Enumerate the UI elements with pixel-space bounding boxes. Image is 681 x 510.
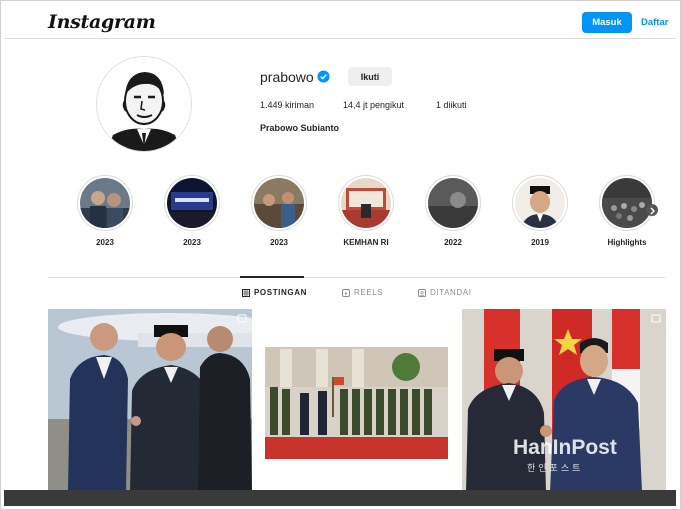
- highlight-label: Highlights: [607, 238, 647, 247]
- tagged-icon: [418, 288, 426, 297]
- tab-reels[interactable]: REELS: [342, 288, 383, 297]
- highlight-thumbnail: [602, 178, 652, 228]
- follow-button[interactable]: Ikuti: [348, 67, 392, 86]
- watermark-text: HanInPost: [513, 436, 617, 459]
- highlight-item[interactable]: 2023: [75, 175, 135, 247]
- tab-reels-label: REELS: [354, 288, 384, 297]
- highlight-thumbnail: [80, 178, 130, 228]
- signup-link[interactable]: Daftar: [641, 12, 668, 33]
- highlight-thumbnail: [167, 178, 217, 228]
- highlight-item[interactable]: 2023: [249, 175, 309, 247]
- reels-icon: [342, 288, 350, 297]
- profile-username: prabowo: [260, 69, 314, 85]
- highlight-thumbnail: [254, 178, 304, 228]
- post-image-airport-greeting: [48, 309, 252, 492]
- top-navigation-bar: Instagram Masuk Daftar: [4, 4, 676, 39]
- following-count[interactable]: 1 diikuti: [436, 100, 467, 110]
- tabs-divider: [48, 277, 665, 278]
- highlights-next-icon[interactable]: [646, 204, 658, 216]
- highlight-item[interactable]: 2023: [162, 175, 222, 247]
- highlight-thumbnail: [428, 178, 478, 228]
- post-image-honor-guard: [256, 309, 460, 492]
- highlight-label: 2023: [96, 238, 114, 247]
- grid-icon: [242, 288, 250, 297]
- highlight-label: KEMHAN RI: [343, 238, 389, 247]
- profile-avatar: [96, 56, 192, 152]
- posts-count: 1.449 kiriman: [260, 100, 315, 110]
- tab-tagged-label: DITANDAI: [430, 288, 472, 297]
- highlight-item[interactable]: 2019: [510, 175, 570, 247]
- tab-posts-label: POSTINGAN: [254, 288, 307, 297]
- highlight-item[interactable]: KEMHAN RI: [336, 175, 396, 247]
- verified-badge-icon: [317, 70, 330, 83]
- highlight-label: 2023: [183, 238, 201, 247]
- tab-posts[interactable]: POSTINGAN: [242, 288, 307, 297]
- active-tab-indicator: [240, 276, 304, 278]
- post-thumbnail[interactable]: [256, 309, 460, 492]
- followers-count[interactable]: 14,4 jt pengikut: [343, 100, 404, 110]
- instagram-logo[interactable]: Instagram: [48, 11, 156, 33]
- highlight-thumbnail: [341, 178, 391, 228]
- tab-tagged[interactable]: DITANDAI: [418, 288, 472, 297]
- avatar-portrait-icon: [97, 57, 191, 151]
- highlight-thumbnail: [515, 178, 565, 228]
- profile-full-name: Prabowo Subianto: [260, 123, 340, 133]
- watermark-subtext: 한인포스트: [527, 463, 584, 473]
- bottom-bar: [4, 490, 676, 506]
- post-thumbnail[interactable]: [48, 309, 252, 492]
- highlight-label: 2023: [270, 238, 288, 247]
- login-button[interactable]: Masuk: [582, 12, 632, 33]
- highlight-label: 2022: [444, 238, 462, 247]
- highlight-item[interactable]: 2022: [423, 175, 483, 247]
- highlight-label: 2019: [531, 238, 549, 247]
